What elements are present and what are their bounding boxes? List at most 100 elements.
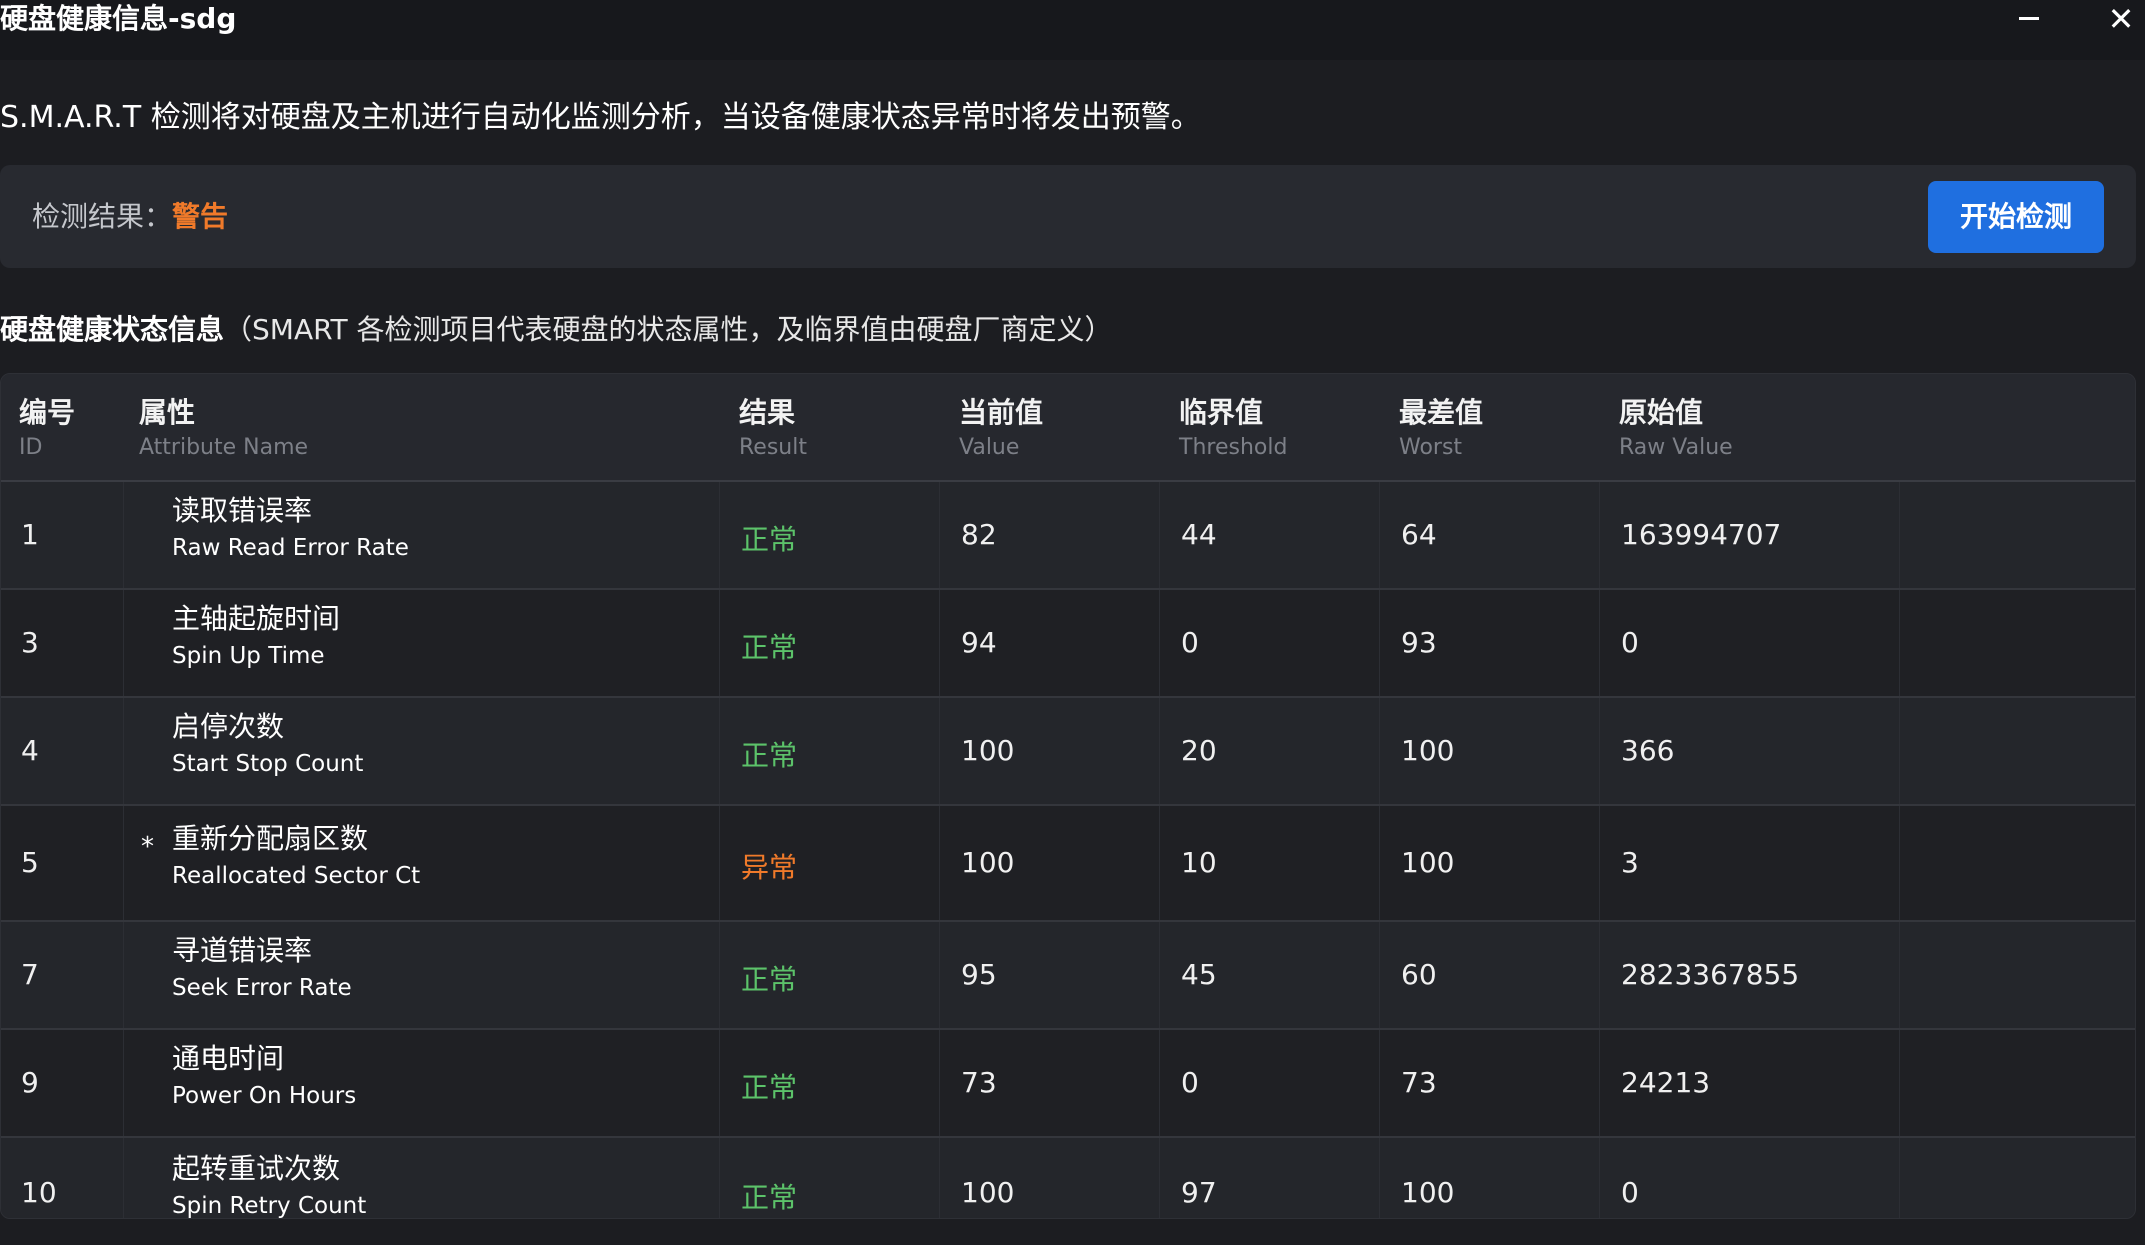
column-divider [939,698,940,804]
column-divider [1379,590,1380,696]
cell-raw-value: 24213 [1621,1066,1711,1099]
cell-threshold: 44 [1181,518,1217,551]
column-divider [1599,1138,1600,1218]
cell-attribute-en: Seek Error Rate [172,975,352,1001]
column-divider [939,482,940,588]
column-divider [1599,590,1600,696]
smart-attribute-table: 编号 ID 属性 Attribute Name 结果 Result 当前值 Value 临界值 T… [0,373,2136,1219]
column-divider [123,1030,124,1136]
table-row[interactable]: 7 寻道错误率 Seek Error Rate 正常 95 45 60 2823367855 [1,922,2135,1030]
abnormal-flag: * [141,832,154,862]
table-row[interactable]: 10 起转重试次数 Spin Retry Count 正常 100 97 100 0 [1,1138,2135,1218]
column-divider [719,806,720,920]
minimize-button[interactable] [2003,2,2055,42]
column-divider [719,482,720,588]
cell-id: 5 [21,846,39,879]
column-header-worst: 最差值 Worst [1399,394,1483,464]
cell-attribute-zh: 重新分配扇区数 [172,822,369,855]
cell-worst: 73 [1401,1066,1437,1099]
column-divider [939,1138,940,1218]
column-divider [1899,698,1900,804]
cell-worst: 93 [1401,626,1437,659]
column-header-label: 最差值 [1399,396,1484,429]
column-divider [1159,1138,1160,1218]
column-header-label: 属性 [139,396,196,429]
cell-raw-value: 366 [1621,734,1675,767]
column-divider [1599,482,1600,588]
column-divider [1599,1030,1600,1136]
column-divider [719,698,720,804]
column-divider [1899,482,1900,588]
column-divider [123,590,124,696]
cell-result: 异常 [741,851,798,884]
column-divider [123,482,124,588]
column-header-sublabel: Result [739,435,807,460]
table-row[interactable]: 3 主轴起旋时间 Spin Up Time 正常 94 0 93 0 [1,590,2135,698]
cell-worst: 64 [1401,518,1437,551]
column-divider [719,1030,720,1136]
result-status: 警告 [172,200,229,233]
cell-attribute-en: Start Stop Count [172,751,364,777]
cell-id: 4 [21,734,39,767]
table-row[interactable]: 1 读取错误率 Raw Read Error Rate 正常 82 44 64 1639947… [1,482,2135,590]
cell-value: 94 [961,626,997,659]
column-header-sublabel: Value [959,435,1020,460]
cell-raw-value: 0 [1621,1176,1639,1209]
table-row[interactable]: 5 * 重新分配扇区数 Reallocated Sector Ct 异常 100 10 100… [1,806,2135,922]
cell-id: 7 [21,958,39,991]
column-divider [1379,482,1380,588]
cell-id: 10 [21,1176,57,1209]
cell-id: 1 [21,518,39,551]
section-heading: 硬盘健康状态信息 [0,313,225,346]
column-divider [1899,922,1900,1028]
intro-text: S.M.A.R.T 检测将对硬盘及主机进行自动化监测分析，当设备健康状态异常时将… [0,100,1201,135]
column-header-label: 当前值 [959,396,1044,429]
column-divider [939,590,940,696]
column-divider [1599,922,1600,1028]
cell-threshold: 0 [1181,626,1199,659]
column-header-raw: 原始值 Raw Value [1619,394,1733,464]
cell-worst: 100 [1401,846,1455,879]
column-divider [1599,698,1600,804]
cell-attribute-zh: 起转重试次数 [172,1152,341,1185]
cell-worst: 100 [1401,1176,1455,1209]
column-divider [123,922,124,1028]
column-divider [1379,922,1380,1028]
column-header-attribute: 属性 Attribute Name [139,394,308,464]
column-header-sublabel: Worst [1399,435,1463,460]
cell-value: 95 [961,958,997,991]
column-divider [1159,698,1160,804]
cell-value: 100 [961,734,1015,767]
result-label: 检测结果： [32,200,173,233]
cell-threshold: 45 [1181,958,1217,991]
column-divider [1379,698,1380,804]
column-header-label: 编号 [19,396,76,429]
cell-attribute-en: Spin Up Time [172,643,325,669]
cell-result: 正常 [741,1181,798,1214]
column-divider [1899,590,1900,696]
column-divider [1899,1030,1900,1136]
cell-id: 9 [21,1066,39,1099]
column-divider [123,698,124,804]
cell-result: 正常 [741,1071,798,1104]
column-divider [1159,1030,1160,1136]
column-divider [123,1138,124,1218]
column-divider [1599,806,1600,920]
table-row[interactable]: 4 启停次数 Start Stop Count 正常 100 20 100 366 [1,698,2135,806]
column-divider [1899,1138,1900,1218]
cell-attribute-zh: 启停次数 [172,710,285,743]
column-header-sublabel: Attribute Name [139,435,309,460]
cell-raw-value: 2823367855 [1621,958,1800,991]
table-row[interactable]: 9 通电时间 Power On Hours 正常 73 0 73 24213 [1,1030,2135,1138]
cell-value: 100 [961,846,1015,879]
cell-attribute-zh: 寻道错误率 [172,934,313,967]
smart-health-window: 硬盘健康信息-sdg ✕ S.M.A.R.T 检测将对硬盘及主机进行自动化监测分… [0,0,2145,1245]
start-detection-button[interactable]: 开始检测 [1928,181,2104,253]
column-header-sublabel: Threshold [1179,435,1288,460]
column-divider [719,1138,720,1218]
column-divider [939,806,940,920]
section-title: 硬盘健康状态信息（SMART 各检测项目代表硬盘的状态属性，及临界值由硬盘厂商定… [0,310,1113,350]
close-button[interactable]: ✕ [2095,2,2145,42]
column-header-id: 编号 ID [19,394,75,464]
cell-value: 82 [961,518,997,551]
